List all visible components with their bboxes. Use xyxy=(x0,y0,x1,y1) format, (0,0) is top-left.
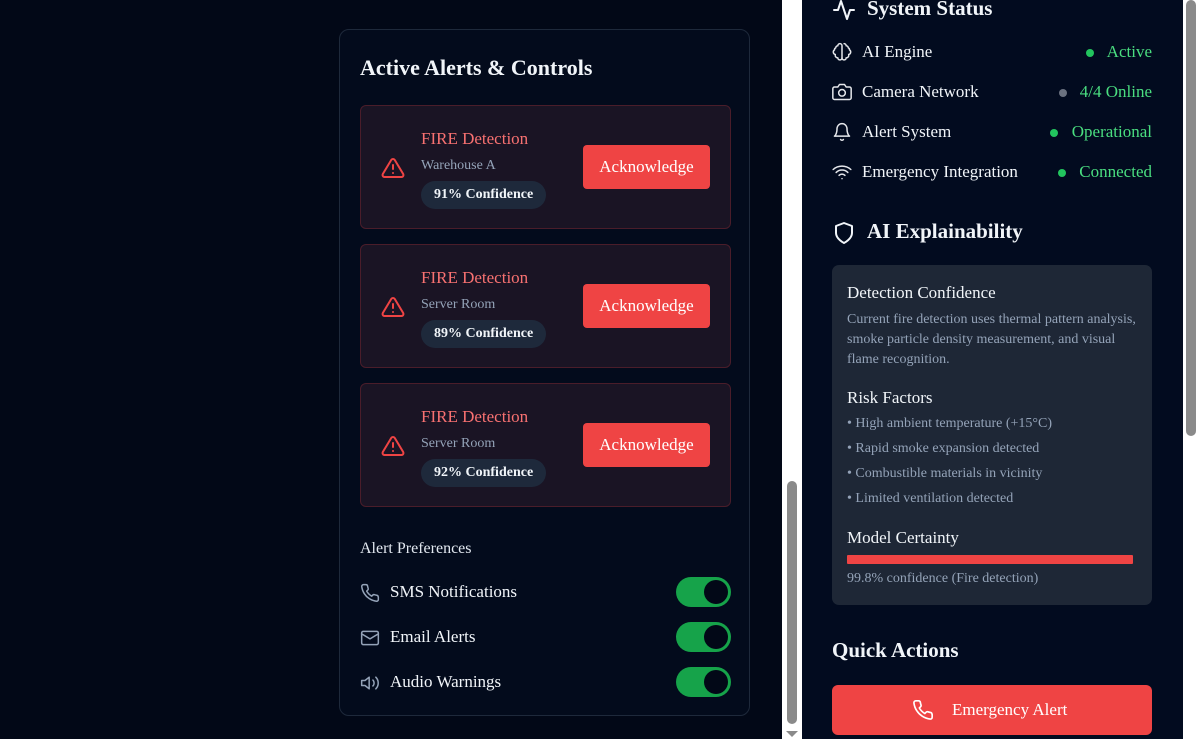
camera-icon xyxy=(832,83,852,101)
status-emergency-integration: Emergency Integration Connected xyxy=(832,161,1152,185)
acknowledge-button[interactable]: Acknowledge xyxy=(583,284,710,328)
alert-title: FIRE Detection xyxy=(421,129,529,148)
model-certainty-title: Model Certainty xyxy=(847,528,959,547)
mail-icon xyxy=(360,630,380,646)
status-ai-engine: AI Engine Active xyxy=(832,41,1152,65)
alert-location: Server Room xyxy=(421,436,496,451)
audio-toggle[interactable] xyxy=(676,667,731,697)
alert-card: FIRE Detection Warehouse A 91% Confidenc… xyxy=(360,105,731,229)
warning-triangle-icon xyxy=(381,296,405,317)
speaker-icon xyxy=(360,676,379,690)
alert-card: FIRE Detection Server Room 92% Confidenc… xyxy=(360,383,731,507)
pref-audio-warnings: Audio Warnings xyxy=(360,667,731,699)
pref-label: Audio Warnings xyxy=(390,672,502,691)
risk-factor-item: • Rapid smoke expansion detected xyxy=(847,441,1040,456)
emergency-alert-button[interactable]: Emergency Alert xyxy=(832,685,1152,735)
alert-card: FIRE Detection Server Room 89% Confidenc… xyxy=(360,244,731,368)
ai-explainability-title: AI Explainability xyxy=(867,219,1023,243)
explainability-box: Detection Confidence Current fire detect… xyxy=(832,265,1152,605)
bell-icon xyxy=(833,122,851,142)
risk-factor-item: • Limited ventilation detected xyxy=(847,491,1014,506)
warning-triangle-icon xyxy=(381,435,405,456)
detection-confidence-title: Detection Confidence xyxy=(847,283,996,302)
status-dot xyxy=(1050,129,1058,137)
email-toggle[interactable] xyxy=(676,622,731,652)
risk-factors-title: Risk Factors xyxy=(847,388,933,407)
sms-toggle[interactable] xyxy=(676,577,731,607)
confidence-badge: 91% Confidence xyxy=(421,181,547,209)
risk-factor-item: • Combustible materials in vicinity xyxy=(847,466,1043,481)
status-value: Operational xyxy=(1071,122,1152,141)
sidebar-scrollbar-thumb[interactable] xyxy=(1186,0,1196,436)
status-value: Connected xyxy=(1079,162,1152,181)
toggle-knob xyxy=(704,625,728,649)
model-certainty-bar xyxy=(847,555,1133,564)
status-label: Camera Network xyxy=(862,82,979,101)
quick-actions-title: Quick Actions xyxy=(832,638,959,662)
emergency-alert-label: Emergency Alert xyxy=(952,700,1068,719)
sidebar-scrollbar[interactable] xyxy=(1183,0,1203,739)
phone-icon xyxy=(913,700,933,720)
confidence-badge: 92% Confidence xyxy=(421,459,547,487)
shield-icon xyxy=(835,222,853,244)
status-label: Emergency Integration xyxy=(862,162,1018,181)
alert-preferences-title: Alert Preferences xyxy=(360,540,472,557)
brain-icon xyxy=(832,42,852,61)
wifi-icon xyxy=(832,165,852,180)
confidence-badge: 89% Confidence xyxy=(421,320,547,348)
pref-email-alerts: Email Alerts xyxy=(360,622,731,654)
alert-title: FIRE Detection xyxy=(421,268,529,287)
activity-icon xyxy=(833,0,855,20)
scrollbar-thumb[interactable] xyxy=(787,481,797,724)
status-value: Active xyxy=(1106,42,1152,61)
toggle-knob xyxy=(704,670,728,694)
status-dot xyxy=(1086,49,1094,57)
status-camera-network: Camera Network 4/4 Online xyxy=(832,81,1152,105)
pref-sms-notifications: SMS Notifications xyxy=(360,577,731,609)
panel-title: Active Alerts & Controls xyxy=(360,55,593,80)
sidebar: System Status AI Engine Active Camera Ne… xyxy=(802,0,1183,739)
risk-factor-item: • High ambient temperature (+15°C) xyxy=(847,416,1053,431)
main-scrollbar[interactable] xyxy=(782,0,802,739)
alert-location: Warehouse A xyxy=(421,158,496,173)
acknowledge-button[interactable]: Acknowledge xyxy=(583,423,710,467)
status-value: 4/4 Online xyxy=(1079,82,1152,101)
phone-icon xyxy=(361,583,380,602)
system-status-title: System Status xyxy=(867,0,993,20)
alert-title: FIRE Detection xyxy=(421,407,529,426)
pref-label: Email Alerts xyxy=(390,627,476,646)
status-alert-system: Alert System Operational xyxy=(832,121,1152,145)
status-dot xyxy=(1059,89,1067,97)
active-alerts-panel: Active Alerts & Controls FIRE Detection … xyxy=(339,29,750,716)
pref-label: SMS Notifications xyxy=(390,582,518,601)
scroll-down-arrow[interactable] xyxy=(786,731,798,737)
status-label: AI Engine xyxy=(862,42,933,61)
status-label: Alert System xyxy=(862,122,952,141)
detection-confidence-text: Current fire detection uses thermal patt… xyxy=(847,312,1136,367)
model-certainty-text: 99.8% confidence (Fire detection) xyxy=(847,571,1039,586)
alert-location: Server Room xyxy=(421,297,496,312)
toggle-knob xyxy=(704,580,728,604)
warning-triangle-icon xyxy=(381,157,405,178)
status-dot xyxy=(1058,169,1066,177)
acknowledge-button[interactable]: Acknowledge xyxy=(583,145,710,189)
